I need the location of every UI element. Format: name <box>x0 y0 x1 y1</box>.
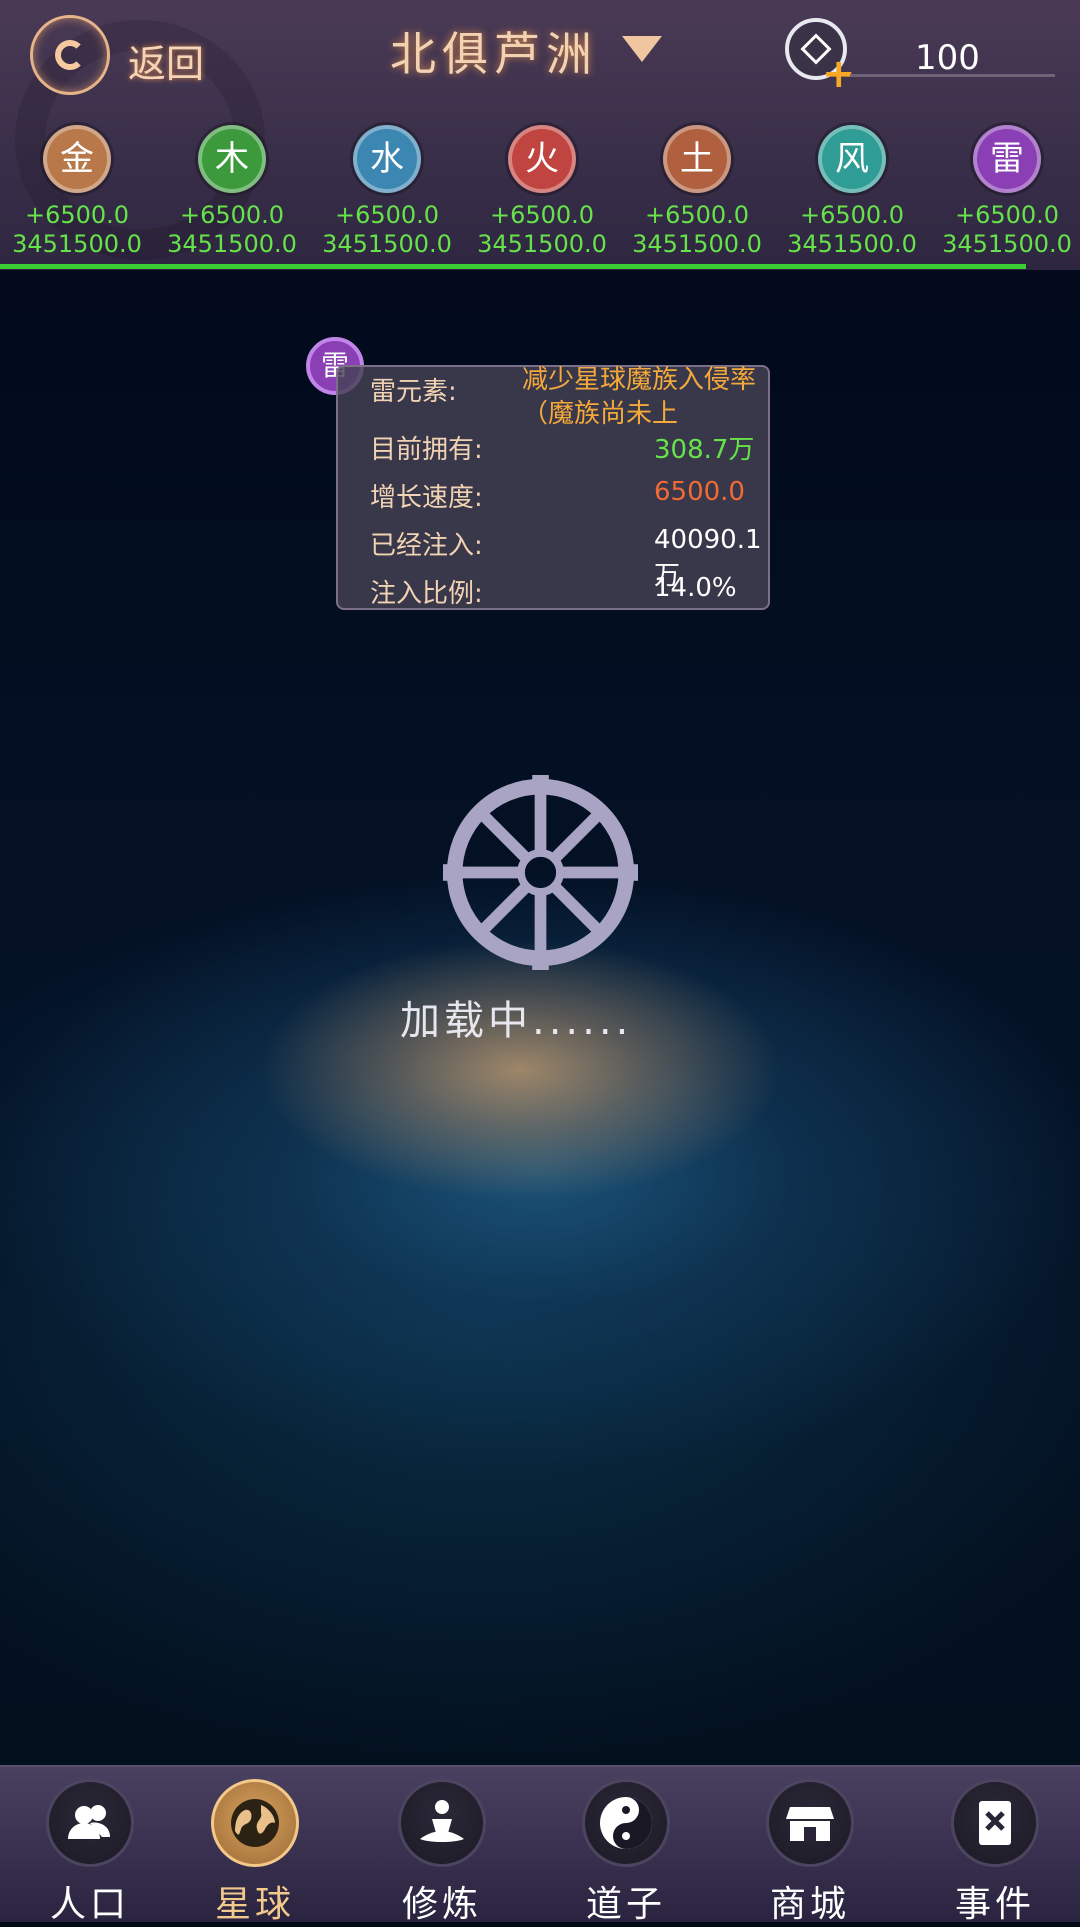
element-description: 减少星球魔族入侵率（魔族尚未上 <box>522 365 757 429</box>
element-tooltip: 雷元素: 减少星球魔族入侵率（魔族尚未上 目前拥有: 308.7万 增长速度: … <box>336 365 770 610</box>
element-icon: 火 <box>508 125 576 193</box>
nav-item[interactable]: 商城 <box>720 1767 900 1925</box>
bottom-nav: 人口 星球 修炼 道子 商城 事件 <box>0 1765 1080 1925</box>
element-rate: +6500.0 <box>954 201 1060 229</box>
element-rate: +6500.0 <box>179 201 285 229</box>
element-icon: 木 <box>198 125 266 193</box>
element-total: 3451500.0 <box>477 230 607 258</box>
nav-label: 星球 <box>214 1884 295 1925</box>
element-stat[interactable]: 金 +6500.0 3451500.0 <box>2 125 152 259</box>
nav-label: 商城 <box>769 1884 850 1925</box>
currency-value: 100 <box>915 38 980 78</box>
back-icon <box>30 15 110 95</box>
element-stat[interactable]: 木 +6500.0 3451500.0 <box>157 125 307 259</box>
progress-fill <box>0 264 1026 269</box>
element-total: 3451500.0 <box>787 230 917 258</box>
growth-label: 增长速度: <box>370 483 483 513</box>
growth-value: 6500.0 <box>654 477 745 507</box>
element-stat[interactable]: 雷 +6500.0 3451500.0 <box>932 125 1080 259</box>
event-book-icon <box>951 1779 1039 1867</box>
element-rate: +6500.0 <box>24 201 130 229</box>
element-icon: 雷 <box>973 125 1041 193</box>
element-icon: 土 <box>663 125 731 193</box>
element-icon: 水 <box>353 125 421 193</box>
chevron-down-icon[interactable] <box>622 36 662 62</box>
owned-value: 308.7万 <box>654 435 755 465</box>
yin-yang-icon <box>582 1779 670 1867</box>
back-button[interactable]: 返回 <box>30 15 215 95</box>
element-stat[interactable]: 风 +6500.0 3451500.0 <box>777 125 927 259</box>
top-bar: 返回 北俱芦洲 + 100 金 +6500.0 3451500.0 木 +6500.0 3… <box>0 0 1080 270</box>
meditation-icon <box>398 1779 486 1867</box>
element-label: 雷元素: <box>370 377 457 407</box>
element-stat[interactable]: 土 +6500.0 3451500.0 <box>622 125 772 259</box>
dharma-wheel-loading-icon <box>443 775 638 970</box>
injected-label: 已经注入: <box>370 531 483 561</box>
nav-item[interactable]: 星球 <box>165 1767 345 1925</box>
element-total: 3451500.0 <box>942 230 1072 258</box>
nav-label: 修炼 <box>401 1884 482 1925</box>
element-rate: +6500.0 <box>644 201 750 229</box>
nav-label: 道子 <box>585 1884 666 1925</box>
globe-icon <box>211 1779 299 1867</box>
element-rate: +6500.0 <box>799 201 905 229</box>
element-total: 3451500.0 <box>167 230 297 258</box>
ratio-value: 14.0% <box>654 573 737 603</box>
element-total: 3451500.0 <box>322 230 452 258</box>
nav-label: 人口 <box>49 1884 130 1925</box>
element-rate: +6500.0 <box>334 201 440 229</box>
people-icon <box>46 1779 134 1867</box>
element-icon: 金 <box>43 125 111 193</box>
progress-bar <box>0 264 1080 269</box>
element-total: 3451500.0 <box>632 230 762 258</box>
ratio-label: 注入比例: <box>370 579 483 609</box>
element-stat[interactable]: 火 +6500.0 3451500.0 <box>467 125 617 259</box>
currency-display: 100 <box>850 38 1055 78</box>
nav-label: 事件 <box>954 1884 1035 1925</box>
nav-item[interactable]: 道子 <box>536 1767 716 1925</box>
nav-item[interactable]: 修炼 <box>352 1767 532 1925</box>
element-stat[interactable]: 水 +6500.0 3451500.0 <box>312 125 462 259</box>
element-icon: 风 <box>818 125 886 193</box>
element-total: 3451500.0 <box>12 230 142 258</box>
back-label: 返回 <box>128 42 205 86</box>
nav-item[interactable]: 事件 <box>905 1767 1080 1925</box>
shop-icon <box>766 1779 854 1867</box>
element-rate: +6500.0 <box>489 201 595 229</box>
nav-item[interactable]: 人口 <box>0 1767 180 1925</box>
loading-text: 加载中...... <box>400 998 633 1044</box>
region-title[interactable]: 北俱芦洲 <box>390 18 598 84</box>
owned-label: 目前拥有: <box>370 435 483 465</box>
